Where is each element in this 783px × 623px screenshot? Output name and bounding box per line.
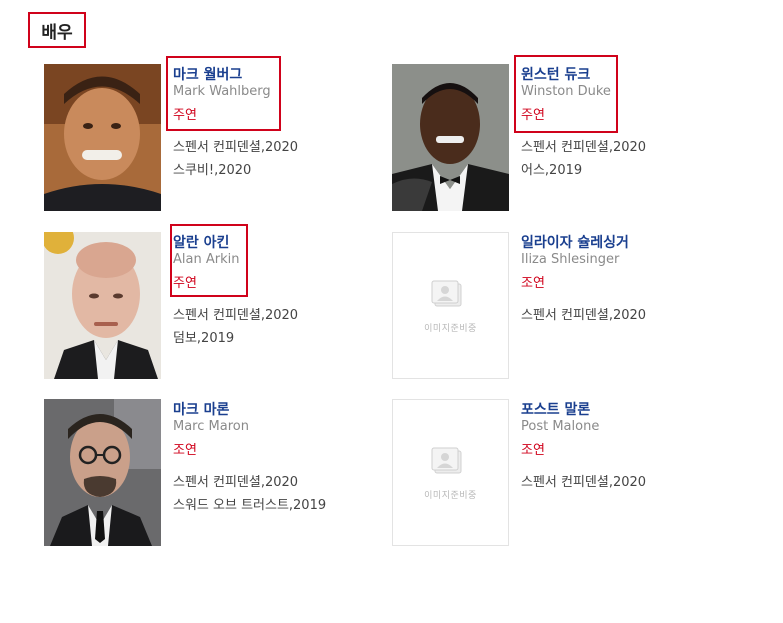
actor-film[interactable]: 어스,2019 (521, 159, 582, 178)
actor-card[interactable]: 이미지준비중 포스트 말론 Post Malone 조연 스펜서 컨피덴셜,20… (392, 399, 732, 549)
image-placeholder-icon (431, 447, 462, 474)
highlight-box (166, 56, 281, 131)
actor-card[interactable]: 마크 마론 Marc Maron 조연 스펜서 컨피덴셜,2020 스워드 오브… (44, 399, 384, 549)
actor-film[interactable]: 덤보,2019 (173, 327, 234, 346)
actor-name-en: Iliza Shlesinger (521, 252, 620, 267)
actor-portrait-image (44, 399, 161, 546)
actor-name-ko[interactable]: 일라이자 슐레싱거 (521, 232, 629, 252)
actor-photo[interactable] (392, 64, 509, 211)
actor-portrait-image (44, 232, 161, 379)
image-placeholder-icon (431, 280, 462, 307)
actor-photo-placeholder[interactable]: 이미지준비중 (392, 232, 509, 379)
actor-name-en: Marc Maron (173, 419, 249, 434)
actor-film[interactable]: 스펜서 컨피덴셜,2020 (173, 471, 298, 490)
actor-photo[interactable] (44, 399, 161, 546)
actor-portrait-image (392, 64, 509, 211)
actor-role: 조연 (173, 443, 197, 458)
highlight-box (514, 55, 618, 133)
actor-role: 조연 (521, 276, 545, 291)
actor-film[interactable]: 스펜서 컨피덴셜,2020 (521, 471, 646, 490)
placeholder-text: 이미지준비중 (424, 491, 477, 501)
actor-film[interactable]: 스펜서 컨피덴셜,2020 (173, 136, 298, 155)
actor-film[interactable]: 스펜서 컨피덴셜,2020 (521, 136, 646, 155)
section-title-actors: 배우 (28, 12, 86, 48)
highlight-box (170, 224, 248, 297)
actor-film[interactable]: 스펜서 컨피덴셜,2020 (173, 304, 298, 323)
actor-role: 조연 (521, 443, 545, 458)
actor-photo[interactable] (44, 64, 161, 211)
actor-name-en: Post Malone (521, 419, 600, 434)
actor-film[interactable]: 스쿠비!,2020 (173, 159, 251, 178)
actor-film[interactable]: 스펜서 컨피덴셜,2020 (521, 304, 646, 323)
actor-card[interactable]: 이미지준비중 일라이자 슐레싱거 Iliza Shlesinger 조연 스펜서… (392, 232, 732, 382)
actor-photo[interactable] (44, 232, 161, 379)
actor-portrait-image (44, 64, 161, 211)
actor-name-ko[interactable]: 포스트 말론 (521, 399, 590, 419)
actor-film[interactable]: 스워드 오브 트러스트,2019 (173, 494, 326, 513)
placeholder-text: 이미지준비중 (424, 324, 477, 334)
actor-name-ko[interactable]: 마크 마론 (173, 399, 229, 419)
actor-photo-placeholder[interactable]: 이미지준비중 (392, 399, 509, 546)
